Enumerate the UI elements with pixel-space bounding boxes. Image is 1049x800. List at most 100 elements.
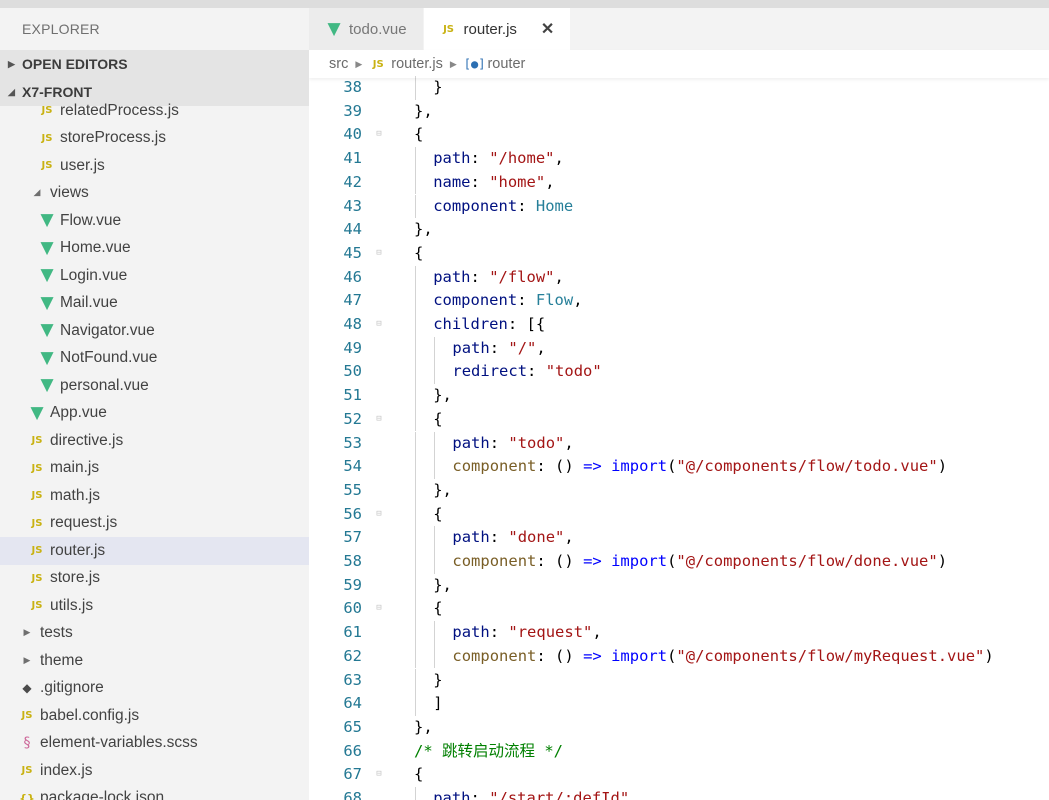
file-App-vue[interactable]: ▼ App.vue: [0, 400, 309, 428]
folder-views[interactable]: ◢ views: [0, 180, 309, 208]
code-token: :: [470, 267, 490, 286]
code-token: ,: [554, 149, 564, 168]
indent-guide: [415, 170, 416, 195]
file-index-js[interactable]: JS index.js: [0, 757, 309, 785]
tree-item-label: Home.vue: [60, 239, 131, 257]
vue-file-icon: ▼: [40, 265, 54, 286]
fold-icon[interactable]: ⊟: [373, 503, 385, 527]
line-number: 48: [343, 315, 362, 333]
file-store-js[interactable]: JS store.js: [0, 565, 309, 593]
code-token: component: [452, 646, 537, 665]
code-line: 53 path: "todo",: [309, 431, 1049, 456]
tree-item-label: Navigator.vue: [60, 321, 155, 339]
section-open-editors[interactable]: ▶ OPEN EDITORS: [0, 50, 309, 78]
code-text: path: "/start/:defId",: [433, 787, 638, 800]
file-NotFound-vue[interactable]: ▼ NotFound.vue: [0, 345, 309, 373]
code-token: path: [452, 623, 490, 642]
breadcrumb-symbol[interactable]: router: [487, 56, 525, 72]
tree-item-label: babel.config.js: [40, 706, 140, 724]
line-number: 66: [343, 741, 362, 760]
tree-item-label: relatedProcess.js: [60, 101, 179, 119]
file-request-js[interactable]: JS request.js: [0, 510, 309, 538]
file-storeProcess-js[interactable]: JS storeProcess.js: [0, 125, 309, 153]
code-token: Flow: [535, 291, 574, 310]
file-babel-config-js[interactable]: JS babel.config.js: [0, 702, 309, 730]
file-main-js[interactable]: JS main.js: [0, 455, 309, 483]
code-text: ]: [433, 692, 442, 716]
code-line: 65},: [309, 716, 1049, 740]
code-token: ,: [564, 528, 574, 547]
code-token: ,: [536, 338, 546, 357]
code-token: component: [452, 552, 537, 570]
js-file-icon: JS: [21, 765, 33, 777]
file-user-js[interactable]: JS user.js: [0, 152, 309, 180]
tab-router-js[interactable]: JS router.js ✕: [423, 8, 572, 50]
code-line: 55},: [309, 478, 1049, 503]
code-text: },: [433, 574, 452, 598]
line-number: 40: [343, 125, 362, 144]
code-token: import: [611, 457, 668, 476]
code-token: },: [414, 717, 433, 736]
file-Navigator-vue[interactable]: ▼ Navigator.vue: [0, 317, 309, 345]
line-number: 55: [343, 480, 362, 499]
code-editor[interactable]: 38} 39}, 40 ⊟{41 path: "/home", 42 name: "home…: [309, 76, 1049, 800]
tree-item-label: user.js: [60, 156, 105, 174]
tree-item-label: utils.js: [50, 596, 94, 614]
vue-file-icon: ▼: [327, 18, 341, 39]
breadcrumb-file[interactable]: router.js: [391, 56, 443, 72]
folder-theme[interactable]: ▶ theme: [0, 647, 309, 675]
line-number: 50: [343, 362, 362, 381]
code-token: :: [489, 338, 509, 357]
code-line: 39},: [309, 100, 1049, 124]
close-icon[interactable]: ✕: [541, 19, 554, 39]
folder-tests[interactable]: ▶ tests: [0, 620, 309, 648]
file-Login-vue[interactable]: ▼ Login.vue: [0, 262, 309, 290]
file-utils-js[interactable]: JS utils.js: [0, 592, 309, 620]
tree-item-label: App.vue: [50, 404, 107, 422]
indent-guide: [415, 692, 416, 716]
file-personal-vue[interactable]: ▼ personal.vue: [0, 372, 309, 400]
tree-item-label: views: [50, 184, 89, 202]
tree-item-label: storeProcess.js: [60, 129, 166, 147]
fold-icon[interactable]: ⊟: [373, 597, 385, 621]
fold-icon[interactable]: ⊟: [373, 242, 385, 266]
file-element-variables-scss[interactable]: § element-variables.scss: [0, 730, 309, 758]
code-token: path: [452, 338, 490, 357]
tree-item-label: router.js: [50, 541, 106, 559]
code-token: ]: [433, 694, 443, 713]
code-token: :: [527, 362, 546, 381]
breadcrumb-folder[interactable]: src: [329, 56, 348, 72]
file-directive-js[interactable]: JS directive.js: [0, 427, 309, 455]
code-token: "/start/:defId": [489, 789, 630, 800]
line-number: 68: [343, 789, 362, 800]
fold-icon[interactable]: ⊟: [373, 763, 385, 787]
file-package-lock-json[interactable]: {} package-lock.json: [0, 785, 309, 800]
file-Mail-vue[interactable]: ▼ Mail.vue: [0, 290, 309, 318]
code-token: "done": [508, 528, 565, 547]
file-gitignore[interactable]: ◆ .gitignore: [0, 675, 309, 703]
code-token: children: [433, 315, 508, 333]
line-number: 42: [343, 172, 362, 191]
code-line: 41 path: "/home",: [309, 147, 1049, 171]
line-number: 58: [343, 552, 362, 570]
js-file-icon: JS: [31, 517, 43, 529]
fold-icon[interactable]: ⊟: [373, 123, 385, 147]
file-Home-vue[interactable]: ▼ Home.vue: [0, 235, 309, 263]
indent-guide: [434, 621, 436, 645]
code-token: "/flow": [489, 267, 555, 286]
code-text: name: "home",: [433, 171, 554, 195]
file-math-js[interactable]: JS math.js: [0, 482, 309, 510]
tab-label: router.js: [463, 20, 517, 38]
code-text: path: "todo",: [452, 432, 573, 456]
file-relatedProcess-js[interactable]: JS relatedProcess.js: [0, 97, 309, 125]
file-Flow-vue[interactable]: ▼ Flow.vue: [0, 207, 309, 235]
fold-icon[interactable]: ⊟: [373, 408, 385, 432]
code-line: 52 ⊟ {: [309, 407, 1049, 432]
line-number: 49: [343, 338, 362, 357]
file-router-js[interactable]: JS router.js: [0, 537, 309, 565]
tab-todo-vue[interactable]: ▼ todo.vue: [309, 8, 424, 50]
fold-icon[interactable]: ⊟: [373, 313, 385, 337]
section-label: OPEN EDITORS: [22, 56, 128, 72]
